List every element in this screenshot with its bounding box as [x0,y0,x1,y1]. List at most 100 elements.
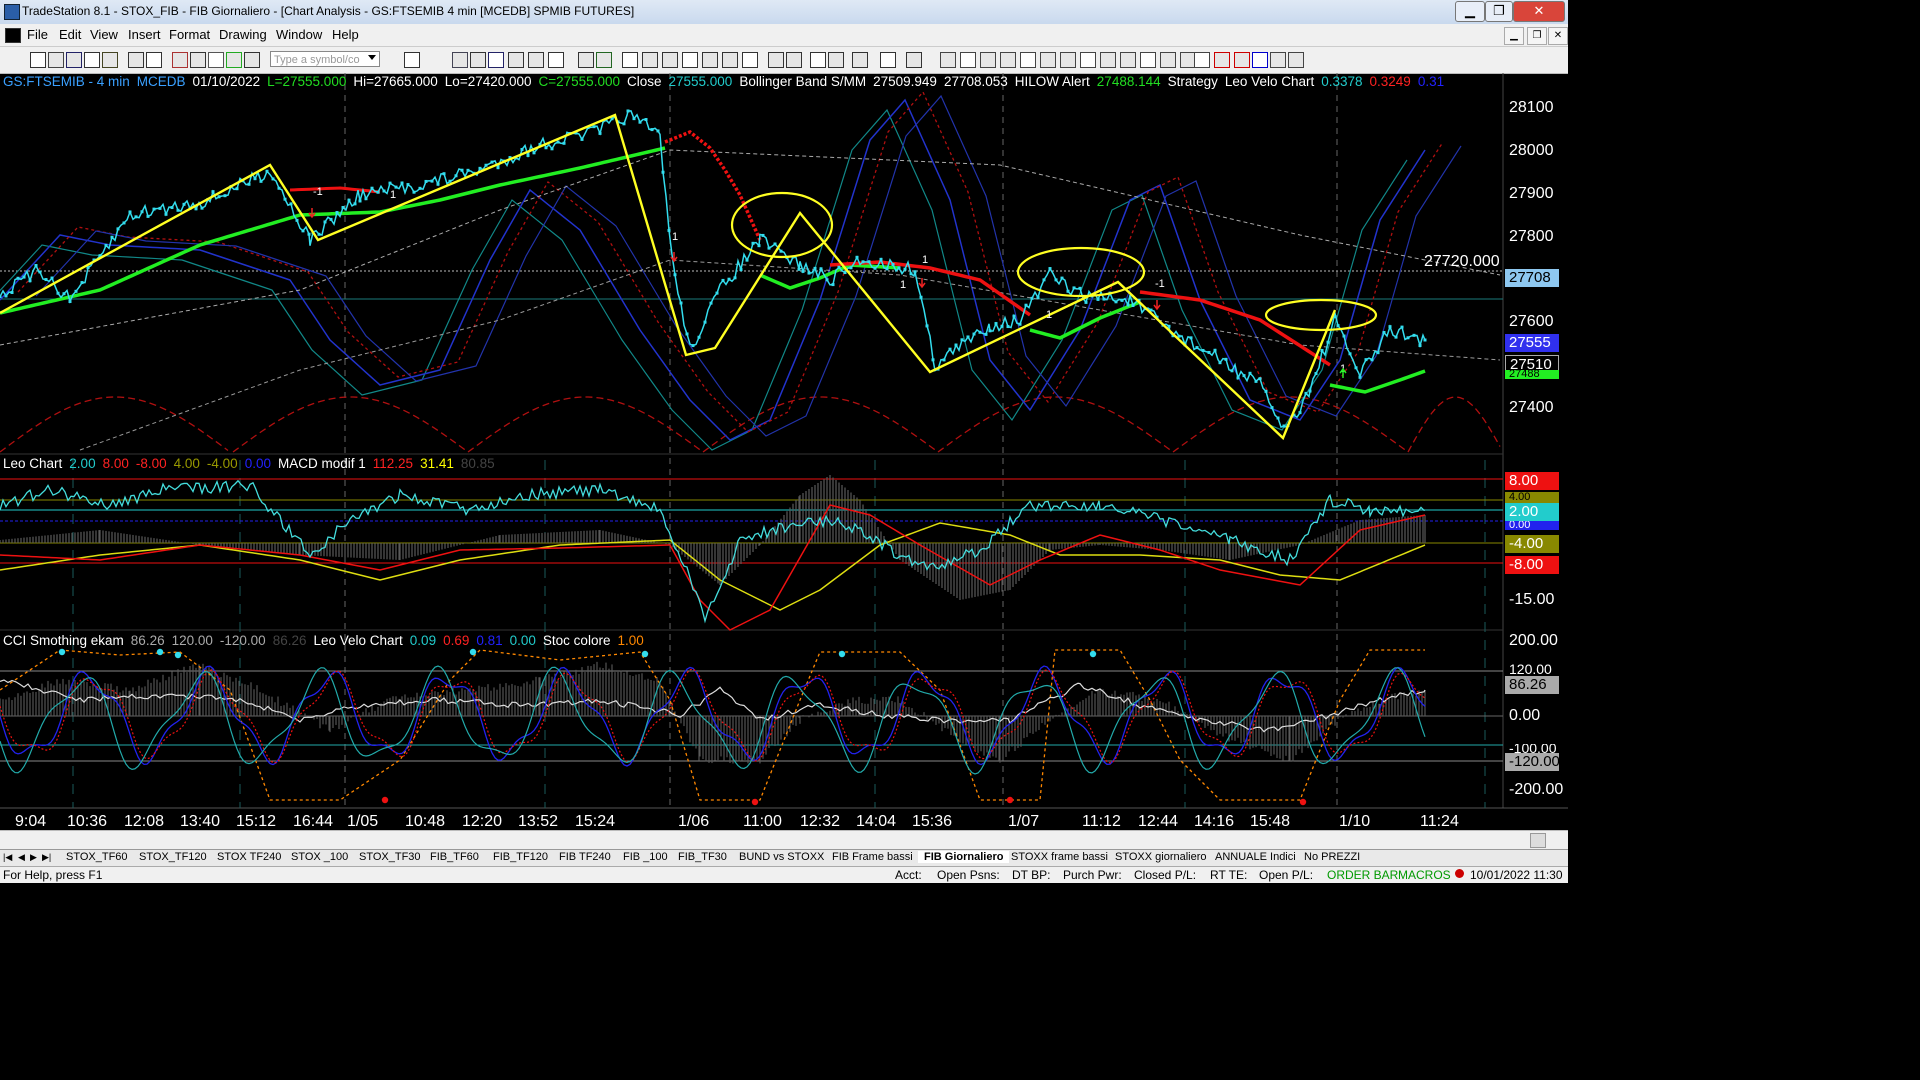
mdi-minimize-button[interactable]: ▁ [1504,27,1524,45]
menu-file[interactable]: File [27,27,48,42]
price-bar [1048,267,1052,271]
menu-format[interactable]: Format [169,27,210,42]
toolbar-tool-icon[interactable] [1060,52,1076,68]
toolbar-tool-icon[interactable] [642,52,658,68]
toolbar-tool-icon[interactable] [906,52,922,68]
toolbar-tool-icon[interactable] [852,52,868,68]
menu-edit[interactable]: Edit [59,27,81,42]
tab-nav-last-button[interactable]: ▶| [42,852,51,863]
status-macros[interactable]: MACROS [1398,868,1451,882]
toolbar-tool-icon[interactable] [128,52,144,68]
toolbar-tool-icon[interactable] [190,52,206,68]
toolbar-tool-icon[interactable] [722,52,738,68]
menu-help[interactable]: Help [332,27,359,42]
toolbar-tool-icon[interactable] [1160,52,1176,68]
toolbar-tool-icon[interactable] [172,52,188,68]
toolbar-tool-icon[interactable] [488,52,504,68]
toolbar-tool-icon[interactable] [1020,52,1036,68]
toolbar-tool-icon[interactable] [596,52,612,68]
toolbar-tool-icon[interactable] [102,52,118,68]
toolbar-tool-icon[interactable] [622,52,638,68]
tab-stox-tf120[interactable]: STOX_TF120 [139,851,207,863]
toolbar-tool-icon[interactable] [208,52,224,68]
toolbar-tool-icon[interactable] [578,52,594,68]
toolbar-tool-icon[interactable] [980,52,996,68]
mdi-close-button[interactable]: ✕ [1548,27,1568,45]
tab-fib-tf240[interactable]: FIB TF240 [559,851,611,863]
tab-annuale-indici[interactable]: ANNUALE Indici [1215,851,1296,863]
toolbar-tool-icon[interactable] [1234,52,1250,68]
tab-stox-tf60[interactable]: STOX_TF60 [66,851,128,863]
toolbar-tool-icon[interactable] [940,52,956,68]
chart-analysis-window[interactable]: -1 1 1 1 1 1 -1 1 [0,73,1568,830]
tab-stox-tf240[interactable]: STOX TF240 [217,851,281,863]
tab-bund-vs-stoxx[interactable]: BUND vs STOXX [739,851,824,863]
symbol-input[interactable]: Type a symbol/co [270,51,380,67]
tab-no-prezzi[interactable]: No PREZZI [1304,851,1360,863]
tab-fib-100[interactable]: FIB _100 [623,851,668,863]
tab-stoxx-giornaliero[interactable]: STOXX giornaliero [1115,851,1207,863]
scroll-thumb[interactable] [1530,833,1546,848]
toolbar-tool-icon[interactable] [702,52,718,68]
toolbar-tool-icon[interactable] [1214,52,1230,68]
chart-canvas[interactable]: -1 11111-11 [0,73,1568,830]
tab-fib-tf60[interactable]: FIB_TF60 [430,851,479,863]
toolbar-tool-icon[interactable] [1040,52,1056,68]
toolbar-tool-icon[interactable] [1194,52,1210,68]
chart-doc-icon[interactable] [5,28,21,43]
tab-nav-first-button[interactable]: |◀ [3,852,12,863]
menu-view[interactable]: View [90,27,118,42]
tab-nav-prev-button[interactable]: ◀ [18,852,25,863]
toolbar-tool-icon[interactable] [828,52,844,68]
price-bar [0,295,2,299]
tab-fib-giornaliero[interactable]: FIB Giornaliero [918,851,1010,863]
toolbar-tool-icon[interactable] [810,52,826,68]
tab-nav-next-button[interactable]: ▶ [30,852,37,863]
chart-horizontal-scrollbar[interactable] [0,830,1568,849]
tab-stoxx-frame-bassi[interactable]: STOXX frame bassi [1011,851,1108,863]
toolbar-tool-icon[interactable] [1080,52,1096,68]
toolbar-tool-icon[interactable] [84,52,100,68]
mdi-restore-button[interactable]: ❐ [1527,27,1547,45]
toolbar-tool-icon[interactable] [1288,52,1304,68]
toolbar-tool-icon[interactable] [682,52,698,68]
toolbar-tool-icon[interactable] [244,52,260,68]
toolbar-tool-icon[interactable] [30,52,46,68]
toolbar-tool-icon[interactable] [1100,52,1116,68]
tab-fib-frame-bassi[interactable]: FIB Frame bassi [832,851,913,863]
toolbar-tool-icon[interactable] [66,52,82,68]
menu-drawing[interactable]: Drawing [219,27,267,42]
symbol-dropdown-icon[interactable] [368,55,376,60]
toolbar-tool-icon[interactable] [786,52,802,68]
menu-window[interactable]: Window [276,27,322,42]
tab-stox-tf30[interactable]: STOX_TF30 [359,851,421,863]
toolbar-tool-icon[interactable] [452,52,468,68]
tab-stox-100[interactable]: STOX _100 [291,851,348,863]
tab-fib-tf120[interactable]: FIB_TF120 [493,851,548,863]
maximize-button[interactable]: ❐ [1485,1,1513,22]
toolbar-tool-icon[interactable] [146,52,162,68]
toolbar-tool-icon[interactable] [48,52,64,68]
toolbar-tool-icon[interactable] [1270,52,1286,68]
toolbar-tool-icon[interactable] [404,52,420,68]
toolbar-tool-icon[interactable] [548,52,564,68]
close-button[interactable]: ✕ [1513,1,1565,22]
toolbar-tool-icon[interactable] [880,52,896,68]
toolbar-tool-icon[interactable] [1140,52,1156,68]
toolbar-tool-icon[interactable] [1000,52,1016,68]
minimize-button[interactable]: ▁ [1455,1,1485,22]
tab-fib-tf30[interactable]: FIB_TF30 [678,851,727,863]
toolbar-tool-icon[interactable] [508,52,524,68]
toolbar-tool-icon[interactable] [1120,52,1136,68]
toolbar-tool-icon[interactable] [768,52,784,68]
menu-insert[interactable]: Insert [128,27,161,42]
toolbar-tool-icon[interactable] [1252,52,1268,68]
toolbar-tool-icon[interactable] [960,52,976,68]
toolbar-tool-icon[interactable] [662,52,678,68]
status-order-bar[interactable]: ORDER BAR [1327,868,1398,882]
price-bar [4,294,8,298]
toolbar-tool-icon[interactable] [528,52,544,68]
toolbar-tool-icon[interactable] [470,52,486,68]
toolbar-tool-icon[interactable] [742,52,758,68]
toolbar-tool-icon[interactable] [226,52,242,68]
